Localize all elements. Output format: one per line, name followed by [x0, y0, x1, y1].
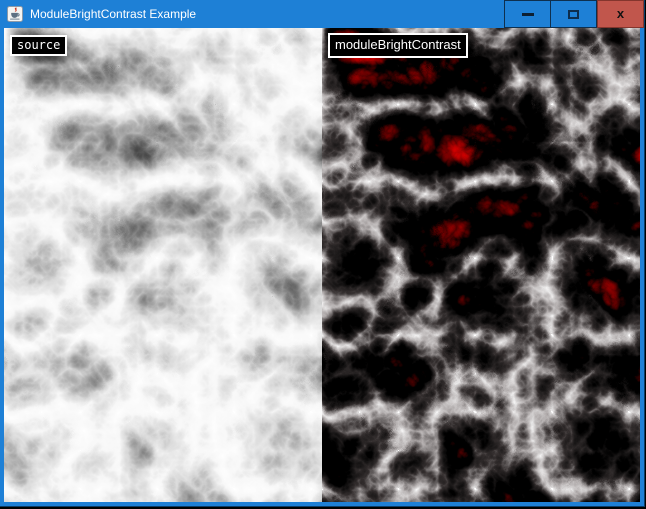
- source-label: source: [10, 35, 67, 56]
- source-image-panel: source: [4, 28, 322, 502]
- maximize-button[interactable]: [550, 0, 597, 28]
- maximize-icon: [568, 10, 579, 19]
- content-area: source moduleBrightContrast: [0, 28, 644, 506]
- app-window: ModuleBrightContrast Example x source m: [0, 0, 644, 506]
- title-bar[interactable]: ModuleBrightContrast Example x: [0, 0, 644, 28]
- processed-image-panel: moduleBrightContrast: [322, 28, 640, 502]
- source-image: [4, 28, 322, 502]
- window-title: ModuleBrightContrast Example: [30, 0, 196, 28]
- processed-image: [322, 28, 640, 502]
- java-coffee-cup-icon[interactable]: [7, 6, 23, 22]
- close-icon: x: [617, 7, 624, 20]
- minimize-icon: [522, 13, 534, 16]
- window-controls: x: [504, 0, 644, 28]
- processed-label: moduleBrightContrast: [328, 33, 468, 58]
- close-button[interactable]: x: [597, 0, 644, 28]
- saucer: [10, 19, 20, 20]
- minimize-button[interactable]: [504, 0, 551, 28]
